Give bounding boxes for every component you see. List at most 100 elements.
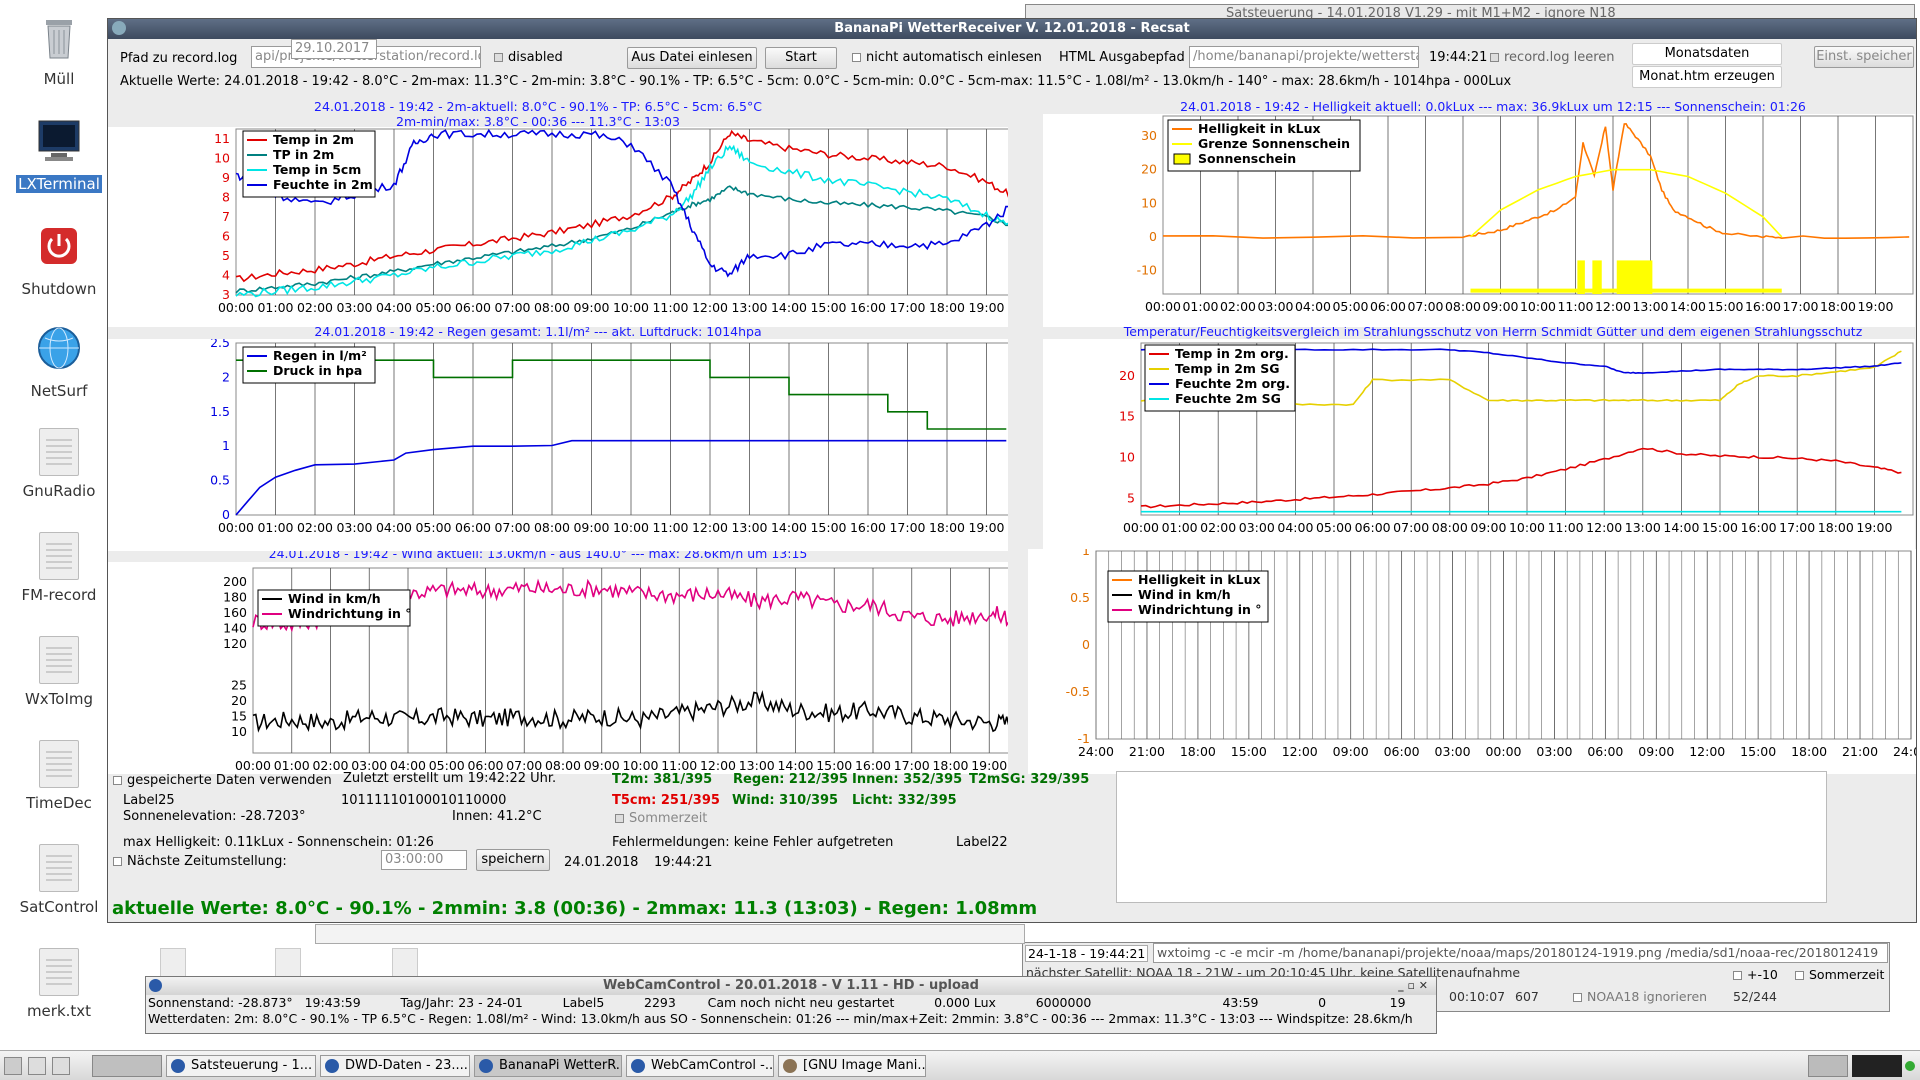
save-button[interactable]: speichern	[476, 849, 550, 871]
clear-log-checkbox[interactable]: record.log leeren	[1490, 50, 1615, 65]
create-month-htm-button[interactable]: Monat.htm erzeugen	[1632, 66, 1782, 88]
legend-label: Feuchte 2m org.	[1175, 376, 1290, 391]
task-webcamcontrol[interactable]: WebCamControl -...	[626, 1055, 774, 1077]
add-month-data-button[interactable]: Monatsdaten hinzufügen	[1632, 43, 1782, 81]
noaa-plus10-checkbox[interactable]: +-10	[1733, 967, 1778, 982]
x-tick-label: 15:00	[810, 520, 846, 535]
window-titlebar[interactable]: BananaPi WetterReceiver V. 12.01.2018 - …	[108, 19, 1916, 39]
desktop-icon-label: TimeDec	[26, 794, 92, 812]
start-button[interactable]: Start	[765, 47, 837, 69]
menu-icon[interactable]	[4, 1057, 22, 1075]
noaa-time: 24-1-18 - 19:44:21	[1025, 945, 1149, 962]
disabled-checkbox[interactable]: disabled	[494, 50, 563, 65]
app-icon	[149, 979, 162, 992]
x-tick-label: 13:00	[731, 520, 767, 535]
x-tick-label: 10:00	[613, 520, 649, 535]
read-file-button[interactable]: Aus Datei einlesen	[627, 47, 757, 69]
licht-count: Licht: 332/395	[852, 793, 957, 808]
x-tick-label: 07:00	[1393, 520, 1429, 535]
noaa-count: 52/244	[1733, 989, 1777, 1004]
x-tick-label: 15:00	[816, 758, 852, 773]
app-menu-icon[interactable]	[112, 21, 126, 35]
task-dwd-daten[interactable]: DWD-Daten - 23....	[320, 1055, 470, 1077]
x-tick-label: 14:00	[771, 300, 807, 315]
x-tick-label: 05:00	[415, 300, 451, 315]
x-tick-label: 12:00	[1689, 744, 1725, 759]
y-tick-label: 0	[1149, 229, 1157, 244]
desktop-icon-merk-txt[interactable]: merk.txt	[0, 948, 118, 1020]
x-tick-label: 18:00	[1820, 299, 1856, 314]
noaa-command-field[interactable]: wxtoimg -c -e mcir -m /home/bananapi/pro…	[1153, 943, 1888, 963]
y-tick-label: 10	[231, 724, 247, 739]
file-manager-icon[interactable]	[52, 1057, 70, 1075]
task-bananapi-wetter[interactable]: BananaPi WetterR...	[474, 1055, 622, 1077]
next-time-change-checkbox[interactable]: Nächste Zeitumstellung:	[113, 854, 287, 869]
webcam-line1: Sonnenstand: -28.873° 19:43:59 Tag/Jahr:…	[148, 995, 1406, 1010]
html-path-label: HTML Ausgabepfad	[1059, 50, 1185, 65]
x-tick-label: 10:00	[1520, 299, 1556, 314]
background-window-edge	[315, 924, 1025, 944]
y-tick-label: 20	[231, 693, 247, 708]
x-tick-label: 03:00	[1257, 299, 1293, 314]
next-change-time-field[interactable]: 03:00:00	[381, 850, 467, 870]
date-label: 24.01.2018	[564, 855, 639, 870]
long-term-chart: 24:00 21:00 18:00 15:00 12:00 09:00 06:00 03:00…	[1028, 549, 1916, 774]
desktop-icon-terminal[interactable]: LXTerminal	[0, 115, 118, 193]
desktop-icon-trash[interactable]: Müll	[0, 10, 118, 88]
x-tick-label: 06:00	[1384, 744, 1420, 759]
y-tick-label: 10	[1119, 450, 1135, 465]
desktop-icon-timedec[interactable]: TimeDec	[0, 740, 118, 812]
use-saved-data-checkbox[interactable]: gespeicherte Daten verwenden	[113, 773, 332, 788]
workspace-switcher[interactable]	[92, 1055, 162, 1077]
brightness-chart: 00:00 01:00 02:00 03:00 04:00 05:00 06:00 07:00…	[1043, 114, 1915, 327]
x-tick-label: 17:00	[894, 758, 930, 773]
path-label: Pfad zu record.log	[120, 51, 238, 66]
desktop-icon-label: WxToImg	[24, 690, 94, 708]
no-auto-read-checkbox[interactable]: nicht automatisch einlesen	[852, 50, 1042, 65]
chart-temp-title: 24.01.2018 - 19:42 - 2m-aktuell: 8.0°C -…	[314, 99, 762, 114]
log-text-area[interactable]	[1116, 771, 1827, 903]
noaa-countdown: 00:10:07	[1449, 989, 1506, 1004]
desktop-icon-shutdown[interactable]: Shutdown	[0, 220, 118, 298]
y-tick-label: 9	[222, 170, 230, 185]
task-gimp[interactable]: [GNU Image Mani...	[778, 1055, 926, 1077]
webcam-titlebar[interactable]: WebCamControl - 20.01.2018 - V 1.11 - HD…	[146, 977, 1436, 995]
x-tick-label: 03:00	[336, 300, 372, 315]
x-tick-label: 00:00	[1123, 520, 1159, 535]
y-tick-label: 20	[1119, 368, 1135, 383]
wind-chart: 00:00 01:00 02:00 03:00 04:00 05:00 06:00 07:00…	[108, 562, 1008, 774]
desktop-icon-wxtoimg[interactable]: WxToImg	[0, 636, 118, 708]
sun-elevation-label: Sonnenelevation: -28.7203°	[123, 809, 306, 824]
sommerzeit-checkbox[interactable]: Sommerzeit	[615, 811, 707, 826]
next-change-date-field[interactable]: 29.10.2017	[291, 39, 377, 59]
document-icon	[39, 740, 79, 788]
desktop-icon-fm-record[interactable]: FM-record	[0, 532, 118, 604]
taskbar: Satsteuerung - 1... DWD-Daten - 23.... B…	[0, 1050, 1920, 1080]
noaa-sommerzeit-checkbox[interactable]: Sommerzeit	[1795, 967, 1884, 982]
x-tick-label: 08:00	[534, 520, 570, 535]
y-tick-label: 140	[223, 621, 247, 636]
weather-receiver-window[interactable]: BananaPi WetterReceiver V. 12.01.2018 - …	[107, 18, 1917, 923]
x-tick-label: 18:00	[1818, 520, 1854, 535]
show-desktop-icon[interactable]	[28, 1057, 46, 1075]
desktop-icon-netsurf[interactable]: NetSurf	[0, 322, 118, 400]
noaa18-ignore-checkbox[interactable]: NOAA18 ignorieren	[1573, 989, 1707, 1004]
task-satsteuerung[interactable]: Satsteuerung - 1...	[166, 1055, 316, 1077]
time-label: 19:44:21	[654, 855, 713, 870]
desktop-icon-satcontrol[interactable]: SatControl	[0, 844, 118, 916]
legend-label: Sonnenschein	[1198, 151, 1296, 166]
window-title: BananaPi WetterReceiver V. 12.01.2018 - …	[834, 21, 1190, 36]
webcam-window[interactable]: WebCamControl - 20.01.2018 - V 1.11 - HD…	[145, 976, 1437, 1034]
desktop-icon-label: merk.txt	[26, 1002, 92, 1020]
save-settings-button[interactable]: Einst. speicher	[1814, 46, 1914, 68]
legend-label: Grenze Sonnenschein	[1198, 136, 1350, 151]
desktop-icon-gnuradio[interactable]: GnuRadio	[0, 428, 118, 500]
window-controls[interactable]: _ ▫ ✕	[1398, 977, 1428, 995]
y-tick-label: 25	[231, 677, 247, 692]
x-tick-label: 12:00	[1586, 520, 1622, 535]
html-output-path-field[interactable]: /home/bananapi/projekte/wetterstat	[1189, 46, 1419, 68]
desktop-icon-label: GnuRadio	[22, 482, 96, 500]
x-tick-label: 08:00	[534, 300, 570, 315]
y-tick-label: 8	[222, 189, 230, 204]
bits-label: 10111110100010110000	[341, 793, 507, 808]
